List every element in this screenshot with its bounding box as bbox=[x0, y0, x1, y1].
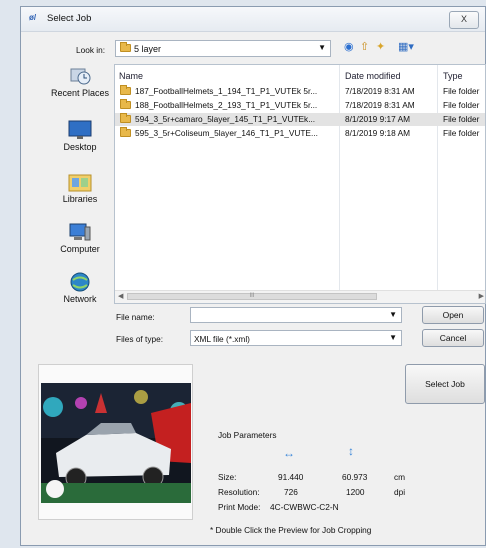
print-mode-value: 4C-CWBWC-C2-N bbox=[270, 502, 339, 512]
file-row[interactable]: 188_FootballHelmets_2_193_T1_P1_VUTEk 5r… bbox=[115, 99, 485, 112]
folder-icon bbox=[120, 113, 131, 125]
file-date: 8/1/2019 9:18 AM bbox=[345, 128, 411, 138]
print-mode-label: Print Mode: bbox=[218, 502, 261, 512]
column-header-name[interactable]: Name bbox=[119, 71, 143, 81]
folder-icon bbox=[120, 85, 131, 97]
place-libraries[interactable]: Libraries bbox=[40, 172, 120, 204]
file-date: 7/18/2019 8:31 AM bbox=[345, 86, 415, 96]
open-button[interactable]: Open bbox=[422, 306, 484, 324]
car-preview-image bbox=[41, 383, 191, 503]
folder-icon bbox=[120, 42, 131, 54]
new-folder-icon[interactable]: ✦ bbox=[376, 40, 385, 53]
place-label: Recent Places bbox=[50, 88, 110, 98]
title-bar: ø/ Select Job X bbox=[21, 7, 485, 32]
place-recent-places[interactable]: Recent Places bbox=[40, 66, 120, 98]
scroll-thumb-grip: III bbox=[249, 293, 255, 299]
scroll-right-icon[interactable]: ▶ bbox=[479, 292, 484, 300]
chevron-down-icon: ▼ bbox=[389, 333, 397, 342]
computer-icon bbox=[69, 223, 91, 241]
file-type-label: Files of type: bbox=[116, 334, 164, 344]
file-name: 187_FootballHelmets_1_194_T1_P1_VUTEk 5r… bbox=[135, 86, 318, 96]
lookin-dropdown[interactable]: 5 layer ▼ bbox=[115, 40, 331, 57]
file-list[interactable]: Name Date modified Type 187_FootballHelm… bbox=[114, 64, 486, 304]
file-date: 8/1/2019 9:17 AM bbox=[345, 114, 411, 124]
job-preview[interactable] bbox=[38, 364, 193, 520]
file-name: 188_FootballHelmets_2_193_T1_P1_VUTEk 5r… bbox=[135, 100, 318, 110]
job-parameters-title: Job Parameters bbox=[218, 430, 277, 440]
up-folder-icon[interactable]: ⇧ bbox=[360, 40, 369, 53]
file-type: File folder bbox=[443, 114, 480, 124]
file-name: 594_3_5r+camaro_5layer_145_T1_P1_VUTEk..… bbox=[135, 114, 316, 124]
scroll-thumb[interactable]: III bbox=[127, 293, 377, 300]
back-icon[interactable]: ◉ bbox=[344, 40, 354, 53]
size-height: 60.973 bbox=[342, 472, 368, 482]
column-header-date[interactable]: Date modified bbox=[345, 71, 401, 81]
view-menu-icon[interactable]: ▦▾ bbox=[398, 40, 414, 53]
size-unit: cm bbox=[394, 472, 406, 482]
select-job-button[interactable]: Select Job bbox=[405, 364, 485, 404]
cancel-button[interactable]: Cancel bbox=[422, 329, 484, 347]
height-arrow-icon: ↕ bbox=[348, 444, 354, 458]
file-row[interactable]: 594_3_5r+camaro_5layer_145_T1_P1_VUTEk..… bbox=[115, 113, 485, 126]
file-date: 7/18/2019 8:31 AM bbox=[345, 100, 415, 110]
resolution-x: 726 bbox=[284, 487, 298, 497]
place-computer[interactable]: Computer bbox=[40, 222, 120, 254]
chevron-down-icon: ▼ bbox=[318, 43, 326, 52]
cropping-note: * Double Click the Preview for Job Cropp… bbox=[210, 525, 372, 535]
file-name-label: File name: bbox=[116, 312, 155, 322]
file-type: File folder bbox=[443, 100, 480, 110]
lookin-value: 5 layer bbox=[134, 44, 162, 54]
place-network[interactable]: Network bbox=[40, 272, 120, 304]
column-header-type[interactable]: Type bbox=[443, 71, 463, 81]
place-label: Network bbox=[63, 294, 97, 304]
resolution-label: Resolution: bbox=[218, 487, 260, 497]
window-title: Select Job bbox=[47, 13, 92, 24]
recent-places-icon bbox=[70, 68, 91, 85]
close-button[interactable]: X bbox=[449, 11, 479, 29]
places-bar: Recent Places Desktop Libraries Computer… bbox=[40, 66, 120, 318]
size-width: 91.440 bbox=[278, 472, 304, 482]
chevron-down-icon[interactable]: ▼ bbox=[389, 310, 397, 319]
file-row[interactable]: 187_FootballHelmets_1_194_T1_P1_VUTEk 5r… bbox=[115, 85, 485, 98]
file-type-value: XML file (*.xml) bbox=[194, 334, 250, 344]
file-name: 595_3_5r+Coliseum_5layer_146_T1_P1_VUTE.… bbox=[135, 128, 318, 138]
file-name-input[interactable]: ▼ bbox=[190, 307, 402, 323]
resolution-unit: dpi bbox=[394, 487, 406, 497]
desktop-icon bbox=[68, 120, 92, 139]
folder-icon bbox=[120, 99, 131, 111]
network-icon bbox=[70, 272, 90, 292]
lookin-label: Look in: bbox=[76, 45, 106, 55]
file-row[interactable]: 595_3_5r+Coliseum_5layer_146_T1_P1_VUTE.… bbox=[115, 127, 485, 140]
place-label: Libraries bbox=[62, 194, 98, 204]
horizontal-scrollbar[interactable]: ◀ III ▶ bbox=[115, 290, 485, 303]
scroll-left-icon[interactable]: ◀ bbox=[118, 292, 123, 300]
width-arrow-icon: ↔ bbox=[283, 446, 295, 460]
file-type: File folder bbox=[443, 128, 480, 138]
file-type: File folder bbox=[443, 86, 480, 96]
resolution-y: 1200 bbox=[346, 487, 365, 497]
size-label: Size: bbox=[218, 472, 237, 482]
place-label: Desktop bbox=[63, 142, 97, 152]
libraries-icon bbox=[68, 174, 92, 192]
place-desktop[interactable]: Desktop bbox=[40, 120, 120, 152]
app-icon: ø/ bbox=[29, 13, 37, 22]
folder-icon bbox=[120, 127, 131, 139]
file-type-select[interactable]: XML file (*.xml) ▼ bbox=[190, 330, 402, 346]
place-label: Computer bbox=[60, 244, 100, 254]
